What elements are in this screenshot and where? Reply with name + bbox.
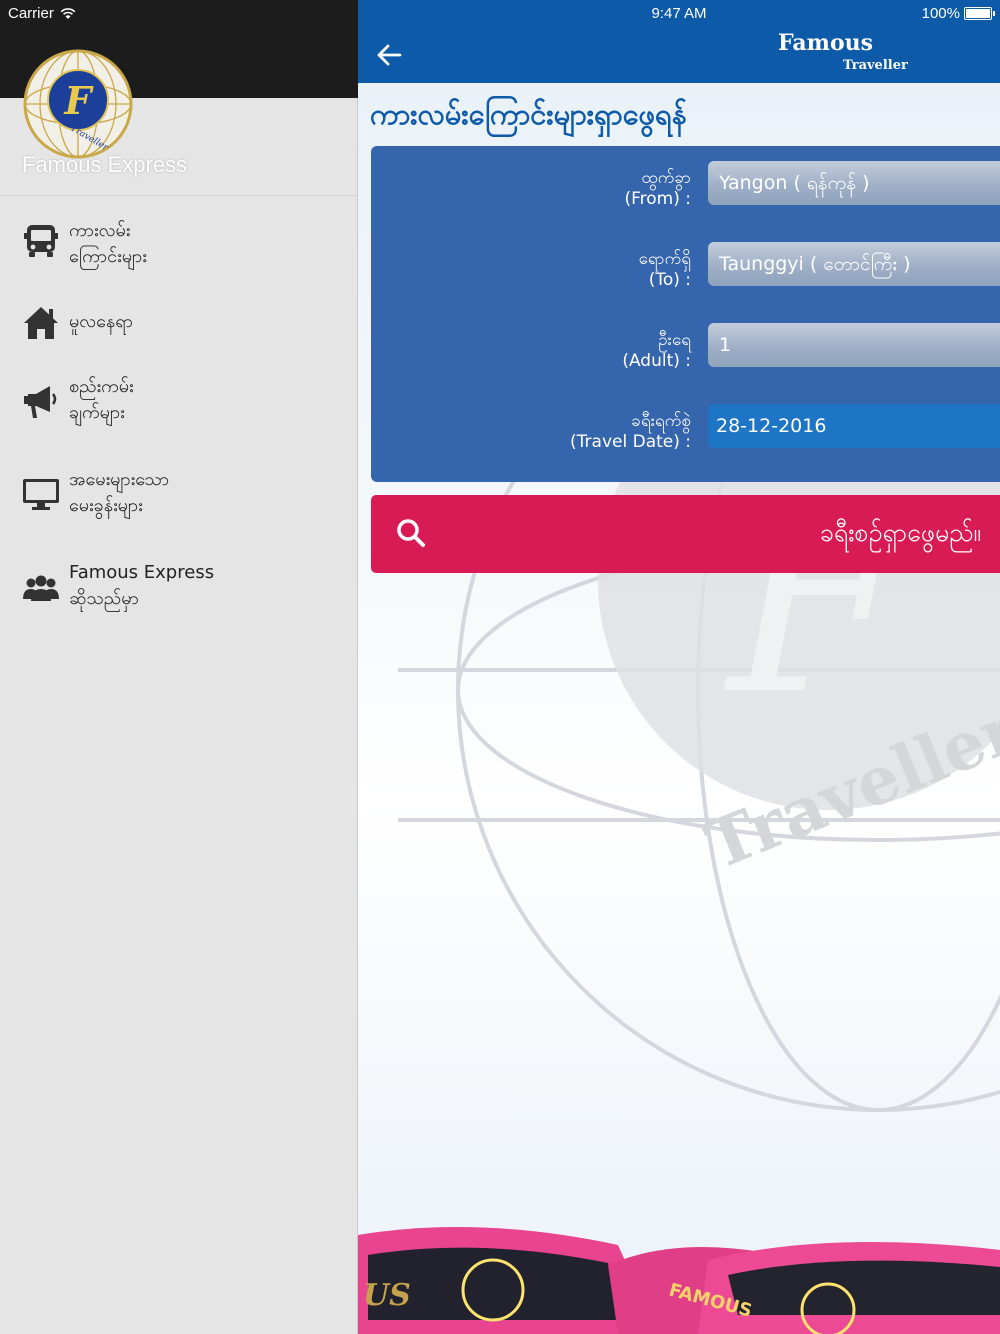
brand-logo: F Traveller xyxy=(23,49,133,159)
sidebar-item-terms[interactable]: စည်းကမ်း ချက်များ xyxy=(0,362,357,442)
adult-label: ဦးရေ (Adult) : xyxy=(622,330,691,371)
wifi-icon xyxy=(60,7,76,19)
from-label: ထွက်ခွာ (From) : xyxy=(624,168,691,209)
to-row: ရောက်ရှိ (To) : Taunggyi ( တောင်ကြီး ) xyxy=(371,241,1000,301)
page-title: ကားလမ်းကြောင်းများရှာဖွေရန် xyxy=(370,97,687,131)
adult-row: ဦးရေ (Adult) : 1 xyxy=(371,322,1000,382)
buses-image: US FAMOUS xyxy=(358,1227,1000,1334)
travel-date-input[interactable]: 28-12-2016 xyxy=(708,404,1000,448)
logo-letter: F xyxy=(64,78,95,123)
bus-icon xyxy=(24,225,58,257)
brand-name: Famous Express xyxy=(22,152,188,177)
battery-percent: 100% xyxy=(921,5,960,22)
people-icon xyxy=(23,575,59,601)
sidebar-item-label: စည်းကမ်း ချက်များ xyxy=(69,376,134,423)
adult-count-input[interactable]: 1 xyxy=(708,323,1000,367)
sidebar-item-label: ကားလမ်း ကြောင်းများ xyxy=(69,220,147,267)
search-button-label: ခရီးစဉ်ရှာဖွေမည်။ xyxy=(819,518,981,547)
watermark-logo: F Traveller xyxy=(398,440,1000,1112)
bus-text-left: US xyxy=(363,1278,411,1313)
search-button[interactable]: ခရီးစဉ်ရှာဖွေမည်။ xyxy=(371,495,1000,573)
navbar-logo-main: Famous xyxy=(778,30,874,56)
sidebar-item-label: Famous Express ဆိုသည်မှာ xyxy=(69,562,215,609)
sidebar-drawer: Carrier F Traveller Famous Express ကားလမ… xyxy=(0,0,358,1334)
to-label: ရောက်ရှိ (To) : xyxy=(638,249,691,290)
main-content: F Traveller US FAMOUS 9:47 AM 100% Famou… xyxy=(358,0,1000,1334)
status-time: 9:47 AM xyxy=(651,5,707,22)
menu-divider xyxy=(0,195,357,196)
sidebar-item-label: အမေးများသော မေးခွန်းများ xyxy=(69,469,170,516)
back-arrow-icon[interactable] xyxy=(374,40,404,70)
sidebar-item-faq[interactable]: အမေးများသော မေးခွန်းများ xyxy=(0,455,357,535)
from-select[interactable]: Yangon ( ရန်ကုန် ) xyxy=(708,161,1000,205)
battery-icon xyxy=(964,7,995,20)
sidebar-item-label: မူလနေရာ xyxy=(69,311,133,332)
travel-date-label: ခရီးရက်စွဲ (Travel Date) : xyxy=(570,411,691,452)
sidebar-item-about[interactable]: Famous Express ဆိုသည်မှာ xyxy=(0,548,357,628)
sidebar-item-home[interactable]: မူလနေရာ xyxy=(0,282,357,362)
date-row: ခရီးရက်စွဲ (Travel Date) : 28-12-2016 xyxy=(371,403,1000,463)
carrier-label: Carrier xyxy=(8,5,54,22)
sidebar-item-bus-routes[interactable]: ကားလမ်း ကြောင်းများ xyxy=(0,202,357,282)
megaphone-icon xyxy=(24,386,57,418)
status-bar-left: Carrier xyxy=(8,5,76,22)
navbar-logo-sub: Traveller xyxy=(843,58,908,73)
home-icon xyxy=(24,307,58,339)
top-navbar: 9:47 AM 100% Famous Traveller xyxy=(358,0,1000,83)
monitor-icon xyxy=(23,479,59,510)
to-select[interactable]: Taunggyi ( တောင်ကြီး ) xyxy=(708,242,1000,286)
from-row: ထွက်ခွာ (From) : Yangon ( ရန်ကုန် ) xyxy=(371,160,1000,220)
search-icon xyxy=(397,519,425,547)
status-battery: 100% xyxy=(921,5,995,22)
route-search-form: ထွက်ခွာ (From) : Yangon ( ရန်ကုန် ) ရောက… xyxy=(371,146,1000,482)
